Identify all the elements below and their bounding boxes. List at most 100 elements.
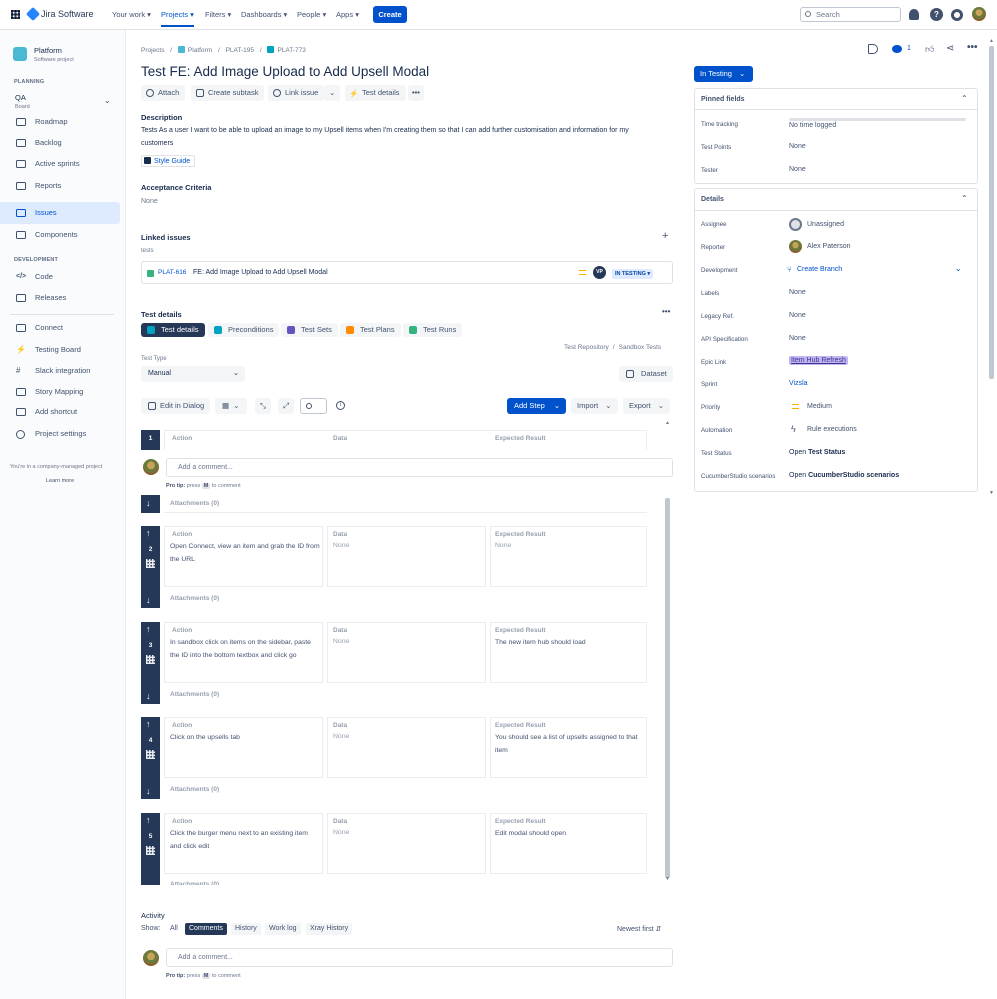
drag-grid-icon[interactable] (146, 559, 155, 568)
activity-tab-history[interactable]: History (231, 923, 261, 935)
dataset-button[interactable]: Dataset (619, 366, 673, 382)
move-down-icon[interactable]: ↓ (146, 786, 151, 796)
create-subtask-button[interactable]: Create subtask (191, 85, 264, 101)
detail-value-cucumberstudio[interactable]: Open CucumberStudio scenarios (789, 472, 899, 479)
step-action-text[interactable]: Open Connect, view an item and grab the … (170, 541, 320, 566)
breadcrumb-issue[interactable]: PLAT-773 (277, 47, 305, 54)
detail-value-labels[interactable]: None (789, 289, 806, 296)
sidebar-item-story-mapping[interactable]: Story Mapping (0, 381, 120, 403)
tab-test-runs[interactable]: Test Runs (403, 323, 462, 337)
step-data-text[interactable]: None (333, 827, 349, 840)
sidebar-item-reports[interactable]: Reports (0, 175, 120, 197)
detail-value-reporter[interactable]: Alex Paterson (807, 243, 851, 250)
activity-comment-input[interactable]: Add a comment... (166, 948, 673, 967)
notifications-icon[interactable] (909, 9, 919, 20)
feedback-megaphone-icon[interactable] (868, 44, 878, 54)
more-toolbar-button[interactable]: ••• (408, 85, 424, 101)
attachments-label[interactable]: Attachments (0) (170, 786, 219, 793)
activity-tab-all[interactable]: All (166, 923, 182, 935)
description-text[interactable]: Tests As a user I want to be able to upl… (141, 125, 656, 150)
step-expected-text[interactable]: The new item hub should load (495, 637, 643, 650)
linked-issue-row[interactable]: PLAT-616 FE: Add Image Upload to Add Ups… (141, 261, 673, 284)
attachments-label[interactable]: Attachments (0) (170, 881, 219, 885)
page-scrollbar[interactable]: ▲ ▼ (989, 38, 995, 498)
watch-eye-icon[interactable] (892, 45, 902, 53)
page-scrollbar-down[interactable]: ▼ (989, 490, 994, 496)
vote-thumbs-up-icon[interactable]: 👍︎ (925, 44, 934, 55)
move-up-icon[interactable]: ↑ (146, 815, 151, 825)
edit-in-dialog-button[interactable]: Edit in Dialog (141, 398, 210, 414)
more-actions-icon[interactable]: ••• (967, 42, 978, 53)
pinned-value-test-points[interactable]: None (789, 143, 806, 150)
chevron-up-icon[interactable]: ⌃ (961, 94, 968, 103)
steps-scrollbar-down[interactable]: ▼ (665, 876, 670, 882)
sidebar-item-add-shortcut[interactable]: Add shortcut (0, 401, 120, 423)
breadcrumb-parent[interactable]: PLAT-195 (226, 47, 254, 54)
test-details-more-icon[interactable]: ••• (662, 307, 670, 316)
step-action-text[interactable]: Click on the upsells tab (170, 732, 320, 745)
watchers-count[interactable]: 1 (907, 45, 911, 52)
nav-your-work[interactable]: Your work ▾ (112, 10, 151, 19)
detail-value-priority[interactable]: Medium (807, 403, 832, 410)
steps-scrollbar-thumb[interactable] (665, 498, 670, 878)
attachments-label[interactable]: Attachments (0) (170, 595, 219, 602)
pinned-value-time-tracking[interactable]: No time logged (789, 122, 836, 129)
sidebar-item-project-settings[interactable]: Project settings (0, 423, 120, 445)
data-cell[interactable] (327, 526, 486, 587)
create-button[interactable]: Create (373, 6, 407, 23)
sidebar-item-slack[interactable]: #Slack integration (0, 360, 120, 382)
activity-tab-xray-history[interactable]: Xray History (306, 923, 352, 935)
settings-gear-icon[interactable] (951, 9, 963, 21)
step-search-input[interactable] (300, 398, 327, 414)
sidebar-item-connect[interactable]: Connect (0, 317, 120, 339)
nav-filters[interactable]: Filters ▾ (205, 10, 231, 19)
project-name[interactable]: Platform (34, 46, 62, 55)
sidebar-item-releases[interactable]: Releases (0, 287, 120, 309)
test-details-button[interactable]: ⚡Test details (345, 85, 406, 101)
tab-test-sets[interactable]: Test Sets (281, 323, 338, 337)
test-step-4[interactable]: ↑ 4 ↓ Action Data Expected Result Click … (141, 717, 647, 799)
attachments-label[interactable]: Attachments (0) (170, 691, 219, 698)
repo-link[interactable]: Test Repository (564, 344, 609, 351)
nav-dashboards[interactable]: Dashboards ▾ (241, 10, 287, 19)
link-issue-button[interactable]: Link issue (268, 85, 324, 101)
chevron-down-icon[interactable]: ⌄ (955, 264, 962, 273)
jira-logo-icon[interactable] (26, 7, 40, 21)
move-down-icon[interactable]: ↓ (146, 498, 151, 508)
step-data-text[interactable]: None (333, 540, 349, 553)
step-data-text[interactable]: None (333, 636, 349, 649)
test-step-3[interactable]: ↑ 3 ↓ Action Data Expected Result In san… (141, 622, 647, 704)
share-icon[interactable]: ⋖ (946, 43, 954, 54)
test-step-2[interactable]: ↑ 2 ↓ Action Data Expected Result Open C… (141, 526, 647, 608)
user-avatar[interactable] (972, 7, 986, 21)
linked-issue-summary[interactable]: FE: Add Image Upload to Add Upsell Modal (193, 269, 328, 276)
steps-scrollbar-up[interactable]: ▲ (665, 420, 670, 426)
detail-value-api-spec[interactable]: None (789, 335, 806, 342)
step-action-text[interactable]: Click the burger menu next to an existin… (170, 828, 320, 853)
data-cell[interactable] (327, 813, 486, 874)
test-step-5[interactable]: ↑ 5 Action Data Expected Result Click th… (141, 813, 647, 885)
sidebar-item-roadmap[interactable]: Roadmap (0, 111, 120, 133)
move-down-icon[interactable]: ↓ (146, 691, 151, 701)
pinned-value-tester[interactable]: None (789, 166, 806, 173)
view-mode-button[interactable]: ▦ ⌄ (215, 398, 247, 414)
step-expected-text[interactable]: You should see a list of upsells assigne… (495, 732, 643, 757)
tab-test-details[interactable]: Test details (141, 323, 205, 337)
sidebar-item-code[interactable]: </>Code (0, 266, 120, 288)
chevron-up-icon[interactable]: ⌃ (961, 194, 968, 203)
data-cell[interactable] (327, 717, 486, 778)
detail-value-test-status[interactable]: Open Test Status (789, 449, 845, 456)
product-name[interactable]: Jira Software (41, 9, 94, 19)
collapse-icon[interactable]: ⤡ (255, 398, 271, 414)
detail-value-assignee[interactable]: Unassigned (807, 221, 844, 228)
export-button[interactable]: Export⌄ (623, 398, 670, 414)
import-button[interactable]: Import⌄ (571, 398, 618, 414)
attachments-label[interactable]: Attachments (0) (170, 500, 219, 507)
detail-value-automation[interactable]: Rule executions (807, 426, 857, 433)
move-down-icon[interactable]: ↓ (146, 595, 151, 605)
time-tracking-bar[interactable] (789, 118, 966, 121)
breadcrumb-projects[interactable]: Projects (141, 47, 164, 54)
details-header[interactable] (695, 189, 977, 211)
test-type-select[interactable]: Manual ⌄ (141, 366, 245, 382)
link-issue-dropdown[interactable]: ⌄ (324, 85, 340, 101)
